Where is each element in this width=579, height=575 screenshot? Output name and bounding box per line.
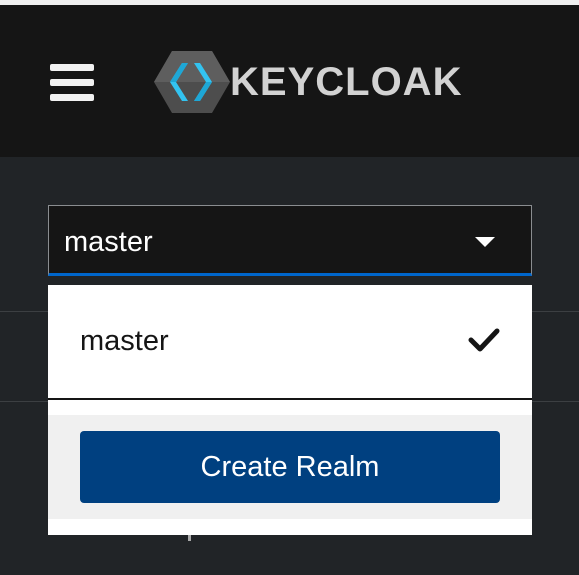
checkmark-icon	[468, 328, 500, 352]
logo-wordmark: KEYCLOAK	[230, 60, 463, 104]
menu-footer: Create Realm	[48, 415, 532, 519]
keycloak-logo-icon	[154, 51, 230, 113]
caret-down-icon	[475, 237, 495, 247]
realm-option-master[interactable]: master	[48, 285, 532, 398]
realm-selector-dropdown[interactable]: master	[48, 205, 532, 276]
realm-selector-value: master	[64, 226, 153, 258]
hamburger-menu-icon[interactable]	[50, 62, 94, 102]
create-realm-button[interactable]: Create Realm	[80, 431, 500, 503]
menu-divider	[48, 398, 532, 400]
masthead: KEYCLOAK	[0, 5, 579, 157]
realm-option-label: master	[80, 325, 169, 357]
realm-dropdown-menu: master Create Realm	[48, 285, 532, 535]
keycloak-logo[interactable]: KEYCLOAK	[152, 47, 472, 117]
